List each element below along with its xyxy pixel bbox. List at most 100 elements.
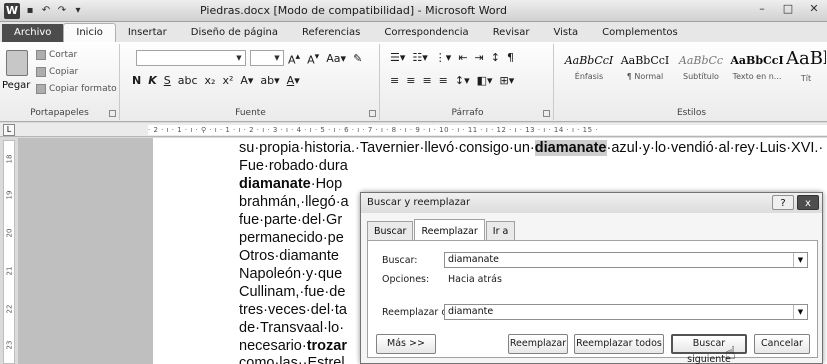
cancel-button[interactable]: Cancelar (754, 334, 810, 354)
doc-line: permanecido·pe (239, 230, 344, 246)
style-normal[interactable]: AaBbCcI ¶ Normal (618, 48, 672, 88)
close-icon[interactable]: x (797, 195, 819, 210)
maximize-icon[interactable]: □ (775, 0, 801, 18)
grow-font-icon[interactable]: A▴ (288, 51, 300, 67)
style-name: Énfasis (574, 72, 604, 81)
paste-icon[interactable] (6, 50, 28, 76)
styles-group: AaBbCcI Énfasis AaBbCcI ¶ Normal AaBbCc Sub… (556, 44, 827, 120)
italic-icon[interactable]: K (148, 74, 157, 87)
tab-vista[interactable]: Vista (541, 24, 590, 42)
font-launcher-icon[interactable] (369, 110, 376, 117)
find-value: diamanate (448, 254, 499, 265)
tab-revisar[interactable]: Revisar (481, 24, 542, 42)
superscript-icon[interactable]: x² (222, 74, 233, 87)
sort-icon[interactable]: ↕ (491, 51, 500, 64)
chevron-down-icon[interactable]: ▼ (233, 51, 245, 65)
increase-indent-icon[interactable]: ⇥ (475, 51, 484, 64)
clear-format-icon[interactable]: ✎ (353, 52, 362, 65)
doc-line: Fue·robado·dura (239, 158, 348, 174)
doc-line: diamanate·Hop (239, 176, 342, 192)
vruler-mark: 20 (5, 228, 14, 238)
strikethrough-icon[interactable]: abc (178, 74, 198, 87)
clipboard-launcher-icon[interactable] (109, 110, 116, 117)
tab-correspondencia[interactable]: Correspondencia (372, 24, 480, 42)
paragraph-launcher-icon[interactable] (543, 110, 550, 117)
tab-buscar[interactable]: Buscar (367, 221, 414, 241)
style-sample: AaBbCcI (564, 54, 614, 67)
dialog-tabs: Buscar Reemplazar Ir a (367, 219, 516, 241)
minimize-icon[interactable]: – (749, 0, 775, 18)
style-subtitulo[interactable]: AaBbCc Subtítulo (674, 48, 728, 88)
styles-group-label: Estilos (676, 108, 707, 118)
borders-icon[interactable]: ⊞▾ (500, 74, 515, 87)
underline-icon[interactable]: S (164, 74, 171, 87)
align-center-icon[interactable]: ≡ (406, 74, 415, 87)
shading-icon[interactable]: ◧▾ (477, 74, 493, 87)
format-painter-label: Copiar formato (49, 84, 117, 94)
ruler-marks: · 2 · ı · 1 · ı · ⚲ · ı · 1 · ı · 2 · ı … (148, 125, 827, 135)
horizontal-ruler[interactable]: L · 2 · ı · 1 · ı · ⚲ · ı · 1 · ı · 2 · … (0, 123, 827, 137)
tab-selector-icon[interactable]: L (3, 124, 15, 136)
font-size-box[interactable]: ▼ (250, 50, 284, 66)
paste-button[interactable]: Pegar (2, 80, 30, 91)
more-button[interactable]: Más >> (376, 334, 436, 354)
copy-label: Copiar (49, 67, 79, 77)
doc-text: su·propia·historia.·Tavernier·llevó·cons… (239, 140, 535, 156)
shrink-font-icon[interactable]: A▾ (307, 51, 319, 67)
tab-diseno-pagina[interactable]: Diseño de página (179, 24, 290, 42)
style-enfasis[interactable]: AaBbCcI Énfasis (562, 48, 616, 88)
vruler-mark: 22 (5, 304, 14, 314)
change-case-icon[interactable]: Aa▾ (326, 52, 346, 65)
replace-input[interactable]: diamante ▼ (444, 304, 808, 320)
subscript-icon[interactable]: x₂ (205, 74, 216, 87)
font-size-tools: A▴ A▾ Aa▾ ✎ (288, 51, 362, 67)
tab-archivo[interactable]: Archivo (2, 24, 64, 42)
numbering-icon[interactable]: ☷▾ (412, 51, 427, 64)
doc-line: de·Transvaal·lo· (239, 320, 345, 336)
justify-icon[interactable]: ≡ (439, 74, 448, 87)
dialog-title[interactable]: Buscar y reemplazar (361, 193, 822, 213)
tab-reemplazar[interactable]: Reemplazar (414, 219, 485, 241)
style-texto-negrita[interactable]: AaBbCcI Texto en n... (730, 48, 784, 88)
doc-line: como·las··Estrel (239, 355, 345, 364)
vertical-ruler[interactable]: 18 19 20 21 22 23 (3, 140, 15, 364)
bullets-icon[interactable]: ☰▾ (390, 51, 405, 64)
line-spacing-icon[interactable]: ↕▾ (455, 74, 470, 87)
find-input[interactable]: diamanate ▼ (444, 252, 808, 268)
tab-inicio[interactable]: Inicio (63, 23, 116, 42)
replace-button[interactable]: Reemplazar (508, 334, 568, 354)
tab-insertar[interactable]: Insertar (116, 24, 179, 42)
ribbon: Pegar Cortar Copiar Copiar formato Porta… (0, 42, 827, 122)
show-marks-icon[interactable]: ¶ (507, 51, 514, 64)
align-right-icon[interactable]: ≡ (422, 74, 431, 87)
font-name-box[interactable]: ▼ (136, 50, 246, 66)
chevron-down-icon[interactable]: ▼ (793, 253, 807, 267)
bold-icon[interactable]: N (132, 74, 141, 87)
replace-all-button[interactable]: Reemplazar todos (574, 334, 664, 354)
styles-gallery: AaBbCcI Énfasis AaBbCcI ¶ Normal AaBbCc Sub… (562, 48, 826, 88)
align-left-icon[interactable]: ≡ (390, 74, 399, 87)
clipboard-group: Pegar Cortar Copiar Copiar formato Porta… (0, 44, 120, 120)
decrease-indent-icon[interactable]: ⇤ (458, 51, 467, 64)
doc-line: brahmán,·llegó·a (239, 194, 349, 210)
doc-line: su·propia·historia.·Tavernier·llevó·cons… (239, 140, 823, 156)
help-icon[interactable]: ? (772, 195, 794, 210)
chevron-down-icon[interactable]: ▼ (271, 51, 283, 65)
copy-button[interactable]: Copiar (36, 67, 78, 77)
format-painter-button[interactable]: Copiar formato (36, 84, 117, 94)
multilevel-list-icon[interactable]: ⋮▾ (435, 51, 452, 64)
style-titulo[interactable]: AaBbCcI Tít (786, 48, 826, 88)
close-icon[interactable]: ✕ (801, 0, 827, 18)
style-name: Subtítulo (683, 72, 719, 81)
paragraph-list-tools: ☰▾ ☷▾ ⋮▾ ⇤ ⇥ ↕ ¶ (390, 51, 514, 64)
window-controls: – □ ✕ (749, 0, 827, 18)
chevron-down-icon[interactable]: ▼ (793, 305, 807, 319)
tab-ir-a[interactable]: Ir a (485, 221, 516, 241)
tab-complementos[interactable]: Complementos (590, 24, 690, 42)
text-effects-icon[interactable]: A▾ (240, 74, 253, 87)
style-name: Texto en n... (732, 72, 782, 81)
font-color-icon[interactable]: A▾ (287, 74, 300, 87)
tab-referencias[interactable]: Referencias (290, 24, 372, 42)
highlight-icon[interactable]: ab▾ (260, 74, 279, 87)
cut-button[interactable]: Cortar (36, 50, 77, 60)
